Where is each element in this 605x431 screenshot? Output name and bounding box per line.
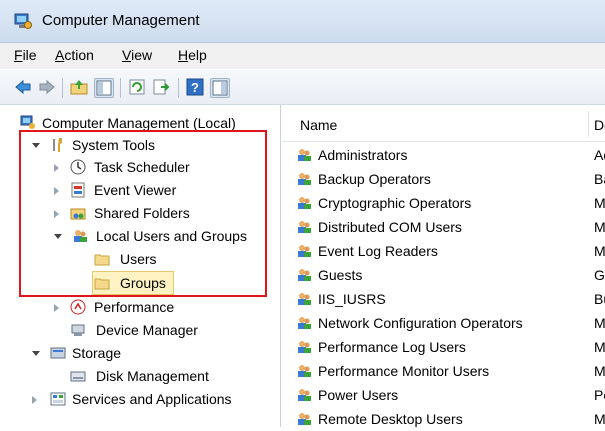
group-icon (298, 389, 311, 401)
show-action-pane-icon[interactable] (210, 78, 230, 98)
performance-icon (70, 299, 86, 315)
group-row[interactable]: IIS_IUSRS Bu (282, 287, 605, 311)
disk-icon (70, 371, 86, 382)
group-description: Gu (594, 267, 605, 283)
group-name: Performance Log Users (318, 339, 466, 355)
collapse-arrow-icon[interactable] (32, 396, 37, 404)
group-icon (298, 221, 311, 233)
group-icon (298, 149, 311, 161)
export-icon[interactable] (152, 78, 170, 96)
group-description: Po (594, 387, 605, 403)
toolbar-separator (120, 78, 121, 98)
group-name: Event Log Readers (318, 243, 438, 259)
tree-item-device-manager[interactable]: Device Manager (20, 319, 260, 341)
tree-item-services-and-applications[interactable]: Services and Applications (20, 388, 260, 410)
group-name: Cryptographic Operators (318, 195, 472, 211)
group-row[interactable]: Distributed COM Users M (282, 215, 605, 239)
menu-help[interactable]: Help (178, 47, 207, 63)
group-description: M (594, 411, 605, 427)
group-description: M (594, 219, 605, 235)
computer-management-icon (14, 13, 32, 29)
storage-icon (50, 347, 66, 359)
column-header-description[interactable]: De (594, 117, 605, 133)
group-description: M (594, 363, 605, 379)
group-name: IIS_IUSRS (318, 291, 386, 307)
group-row[interactable]: Performance Monitor Users M (282, 359, 605, 383)
group-name: Power Users (318, 387, 399, 403)
svg-text:?: ? (191, 80, 199, 95)
group-icon (298, 173, 311, 185)
results-pane: Name De Administrators Ad Backup Operators… (282, 105, 605, 427)
toolbar: ? (0, 70, 605, 105)
group-row[interactable]: Network Configuration Operators M (282, 311, 605, 335)
tree-item-label: Storage (72, 345, 122, 361)
collapse-arrow-icon[interactable] (54, 304, 59, 312)
menu-file[interactable]: File (14, 47, 37, 63)
group-row[interactable]: Guests Gu (282, 263, 605, 287)
toolbar-separator (62, 78, 63, 98)
services-icon (50, 392, 66, 406)
group-icon (298, 413, 311, 425)
group-icon (298, 197, 311, 209)
menu-action[interactable]: Action (55, 47, 94, 63)
show-hide-tree-icon[interactable] (94, 78, 114, 98)
group-icon (298, 317, 311, 329)
device-manager-icon (71, 324, 85, 336)
group-name: Remote Desktop Users (318, 411, 463, 427)
group-icon (298, 269, 311, 281)
back-icon[interactable] (14, 78, 32, 96)
group-row[interactable]: Backup Operators Ba (282, 167, 605, 191)
tree-item-disk-management[interactable]: Disk Management (20, 365, 260, 387)
column-header-name[interactable]: Name (300, 117, 337, 133)
group-description: Ba (594, 171, 605, 187)
toolbar-separator (178, 78, 179, 98)
tree-item-label: Disk Management (96, 368, 209, 384)
group-description: M (594, 315, 605, 331)
group-name: Backup Operators (318, 171, 431, 187)
group-name: Guests (318, 267, 363, 283)
group-description: M (594, 195, 605, 211)
tree-item-label: Services and Applications (72, 391, 232, 407)
tree-item-label: Performance (94, 299, 175, 315)
group-description: Ad (594, 147, 605, 163)
up-folder-icon[interactable] (70, 78, 88, 96)
window-title: Computer Management (42, 12, 200, 29)
group-row[interactable]: Remote Desktop Users M (282, 407, 605, 431)
expand-arrow-icon[interactable] (32, 351, 40, 356)
forward-icon[interactable] (38, 78, 56, 96)
column-divider[interactable] (588, 111, 589, 137)
group-row[interactable]: Performance Log Users M (282, 335, 605, 359)
group-name: Administrators (318, 147, 408, 163)
menu-view[interactable]: View (122, 47, 152, 63)
refresh-icon[interactable] (128, 78, 146, 96)
group-row[interactable]: Power Users Po (282, 383, 605, 407)
group-description: M (594, 243, 605, 259)
group-icon (298, 293, 311, 305)
group-icon (298, 245, 311, 257)
group-icon (298, 341, 311, 353)
group-name: Distributed COM Users (318, 219, 462, 235)
computer-management-icon (20, 115, 35, 129)
group-row[interactable]: Administrators Ad (282, 143, 605, 167)
group-row[interactable]: Cryptographic Operators M (282, 191, 605, 215)
highlight-box (19, 130, 267, 297)
group-description: Bu (594, 291, 605, 307)
tree-item-label: Device Manager (96, 322, 198, 338)
help-icon[interactable]: ? (186, 78, 204, 96)
group-name: Network Configuration Operators (318, 315, 523, 331)
tree-item-storage[interactable]: Storage (20, 342, 260, 364)
title-bar: Computer Management (0, 0, 605, 43)
group-icon (298, 365, 311, 377)
group-row[interactable]: Event Log Readers M (282, 239, 605, 263)
column-header-row: Name De (282, 105, 605, 142)
group-name: Performance Monitor Users (318, 363, 490, 379)
tree-item-performance[interactable]: Performance (20, 296, 260, 318)
group-description: M (594, 339, 605, 355)
menu-bar: File Action View Help (0, 43, 605, 69)
